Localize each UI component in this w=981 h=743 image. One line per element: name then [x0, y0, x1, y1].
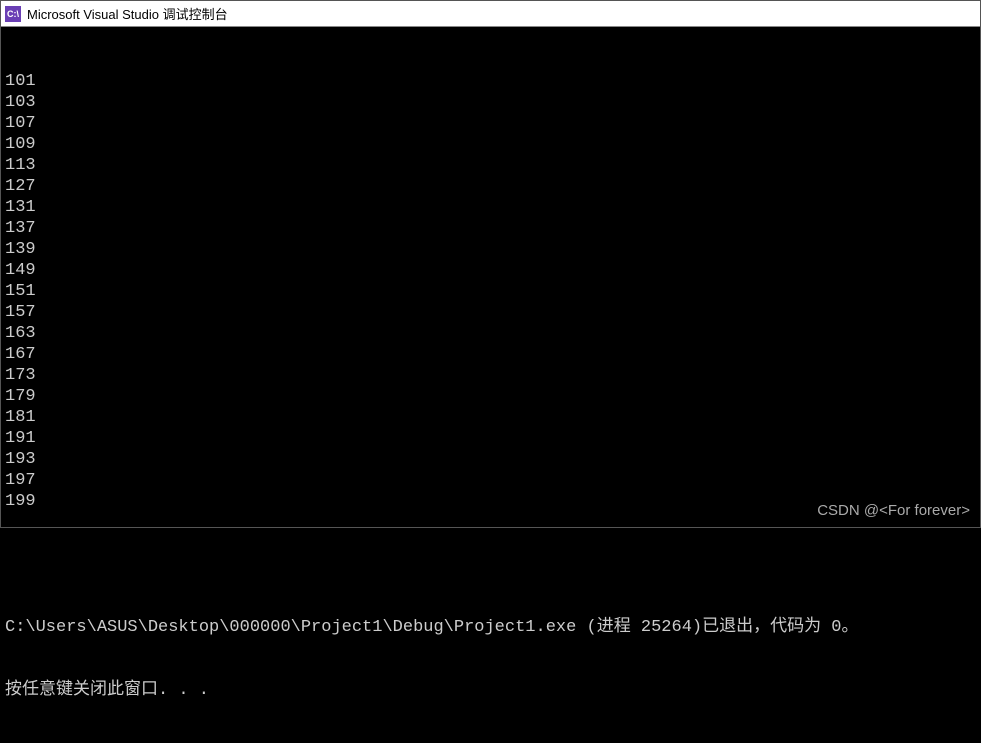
- window-title: Microsoft Visual Studio 调试控制台: [27, 4, 228, 23]
- visual-studio-icon: C:\: [5, 6, 21, 22]
- press-any-key-prompt: 按任意键关闭此窗口. . .: [5, 680, 976, 701]
- output-line: 163: [5, 323, 976, 344]
- output-line: 109: [5, 134, 976, 155]
- output-line: 191: [5, 428, 976, 449]
- output-line: 157: [5, 302, 976, 323]
- exit-status-line: C:\Users\ASUS\Desktop\000000\Project1\De…: [5, 617, 976, 638]
- output-line: 127: [5, 176, 976, 197]
- output-line: 101: [5, 71, 976, 92]
- output-line: 139: [5, 239, 976, 260]
- blank-line: [5, 554, 976, 575]
- output-line: 131: [5, 197, 976, 218]
- output-line: 107: [5, 113, 976, 134]
- output-line: 173: [5, 365, 976, 386]
- console-output[interactable]: 1011031071091131271311371391491511571631…: [1, 27, 980, 527]
- output-block: 1011031071091131271311371391491511571631…: [5, 71, 976, 512]
- output-line: 137: [5, 218, 976, 239]
- output-line: 151: [5, 281, 976, 302]
- output-line: 179: [5, 386, 976, 407]
- output-line: 181: [5, 407, 976, 428]
- output-line: 193: [5, 449, 976, 470]
- output-line: 113: [5, 155, 976, 176]
- output-line: 103: [5, 92, 976, 113]
- watermark: CSDN @<For forever>: [817, 500, 970, 521]
- output-line: 197: [5, 470, 976, 491]
- titlebar[interactable]: C:\ Microsoft Visual Studio 调试控制台: [1, 1, 980, 27]
- output-line: 167: [5, 344, 976, 365]
- output-line: 149: [5, 260, 976, 281]
